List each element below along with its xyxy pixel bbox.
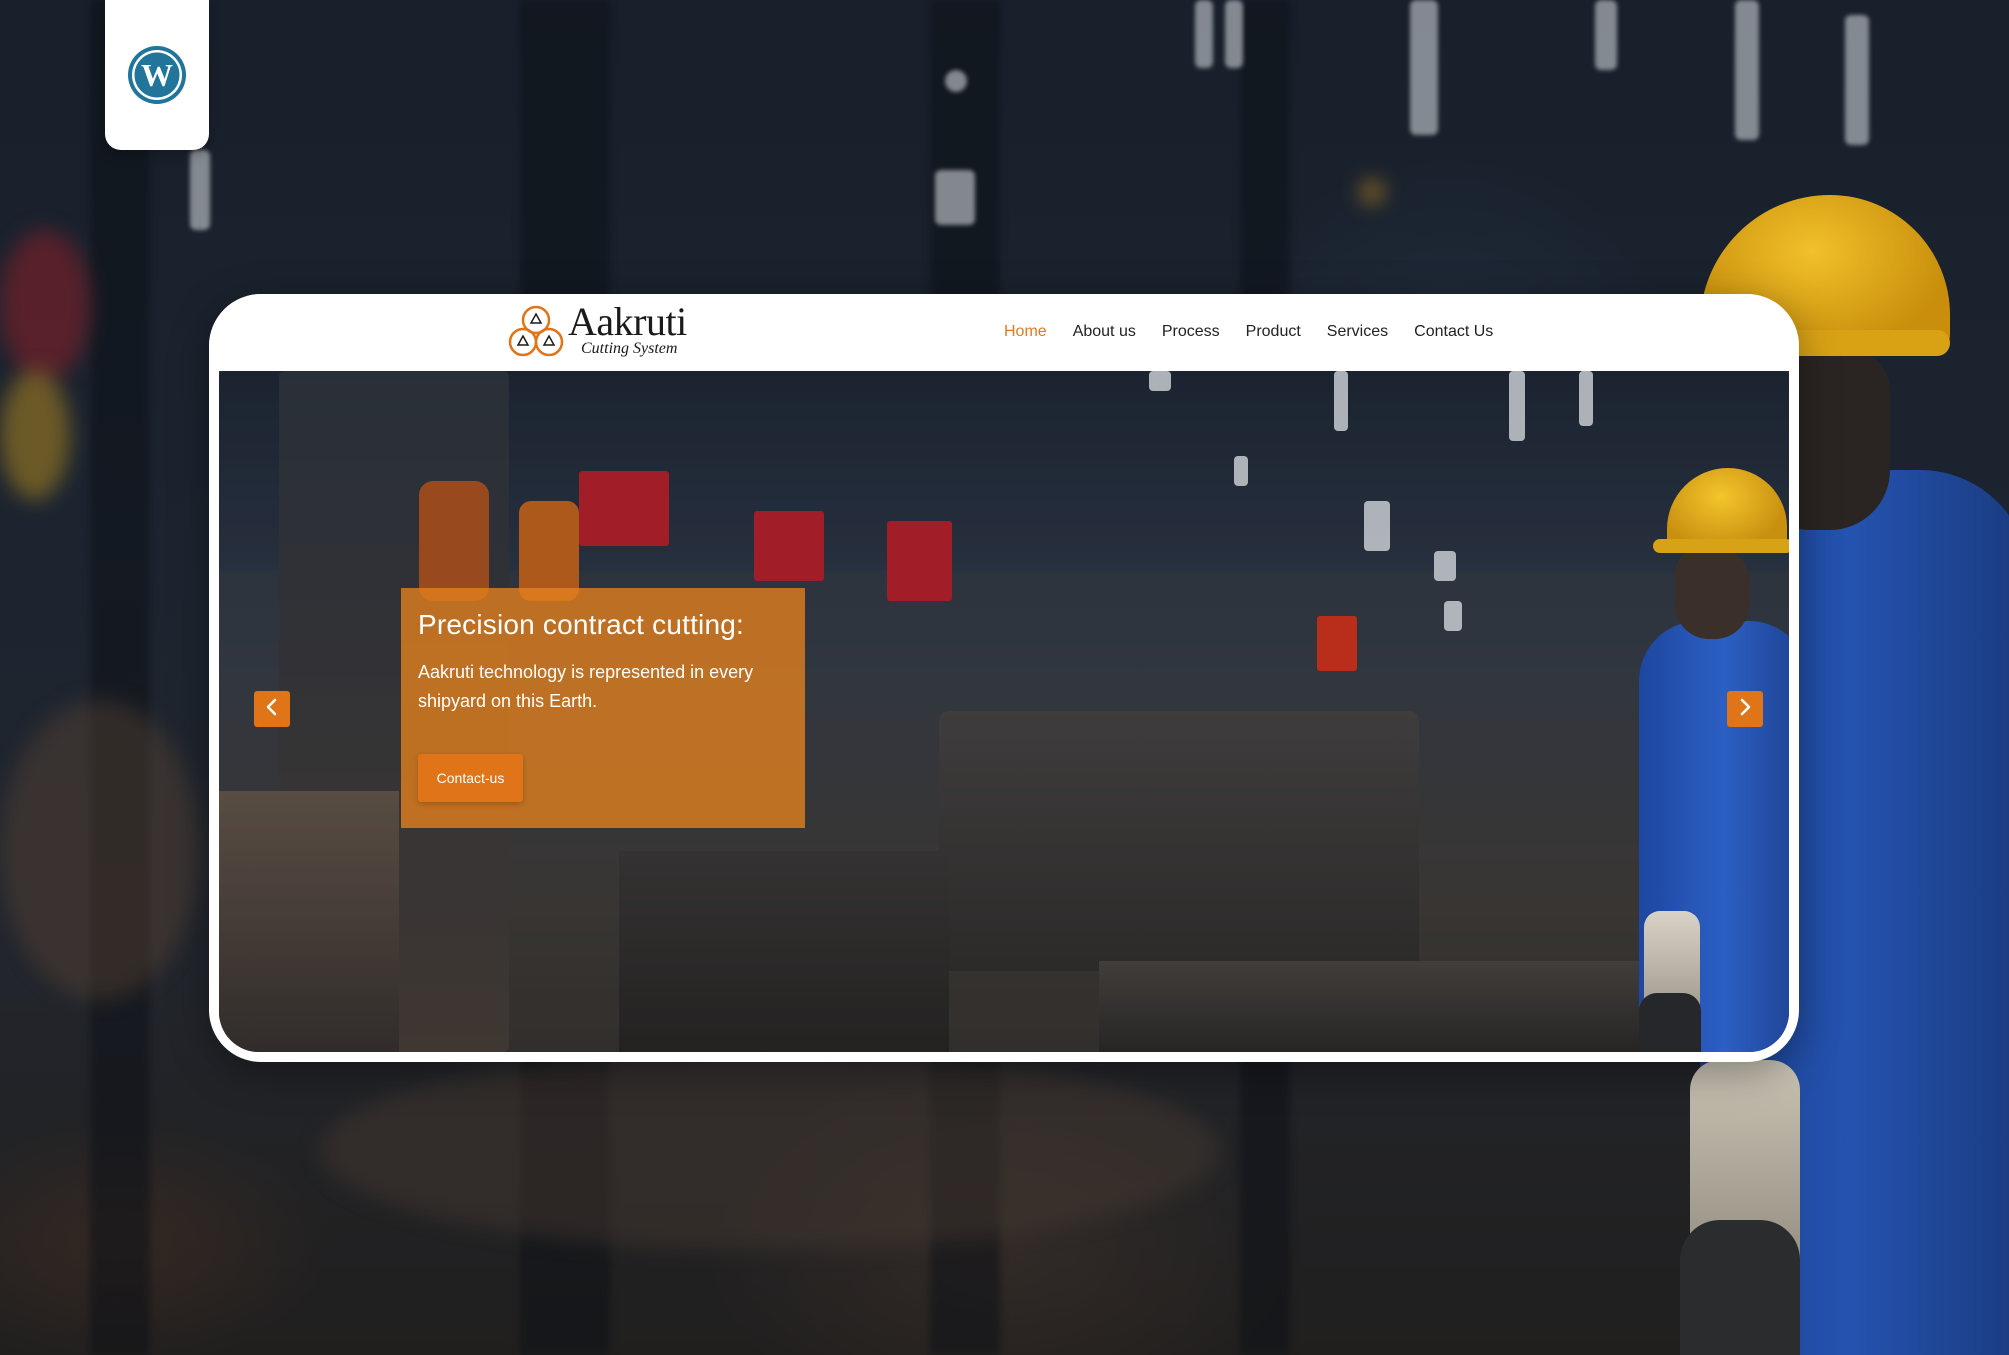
chevron-left-icon [263, 698, 281, 721]
website-preview-card: Aakruti Cutting System Home About us Pro… [209, 294, 1799, 1062]
site-header: Aakruti Cutting System Home About us Pro… [209, 294, 1799, 371]
contact-us-button[interactable]: Contact-us [418, 754, 523, 802]
chevron-right-icon [1736, 698, 1754, 721]
site-logo[interactable]: Aakruti Cutting System [506, 302, 696, 364]
nav-about-us[interactable]: About us [1060, 323, 1149, 341]
nav-product[interactable]: Product [1233, 323, 1314, 341]
main-menu: Home About us Process Product Services C… [991, 316, 1506, 348]
hero-slider: Precision contract cutting: Aakruti tech… [219, 371, 1789, 1052]
hero-caption: Precision contract cutting: Aakruti tech… [401, 588, 805, 828]
hero-title: Precision contract cutting: [418, 609, 744, 640]
hero-description: Aakruti technology is represented in eve… [418, 662, 754, 711]
brand-tagline: Cutting System [581, 340, 678, 357]
slider-next-button[interactable] [1727, 691, 1763, 727]
nav-contact-us[interactable]: Contact Us [1401, 323, 1506, 341]
nav-services[interactable]: Services [1314, 323, 1401, 341]
svg-text:W: W [141, 57, 173, 93]
wordpress-badge: W [105, 0, 209, 150]
nav-home[interactable]: Home [991, 323, 1060, 341]
three-ring-triangle-logo-icon [506, 302, 566, 369]
nav-process[interactable]: Process [1149, 323, 1233, 341]
wordpress-icon: W [126, 44, 188, 106]
slider-prev-button[interactable] [254, 691, 290, 727]
brand-name: Aakruti [568, 299, 687, 344]
